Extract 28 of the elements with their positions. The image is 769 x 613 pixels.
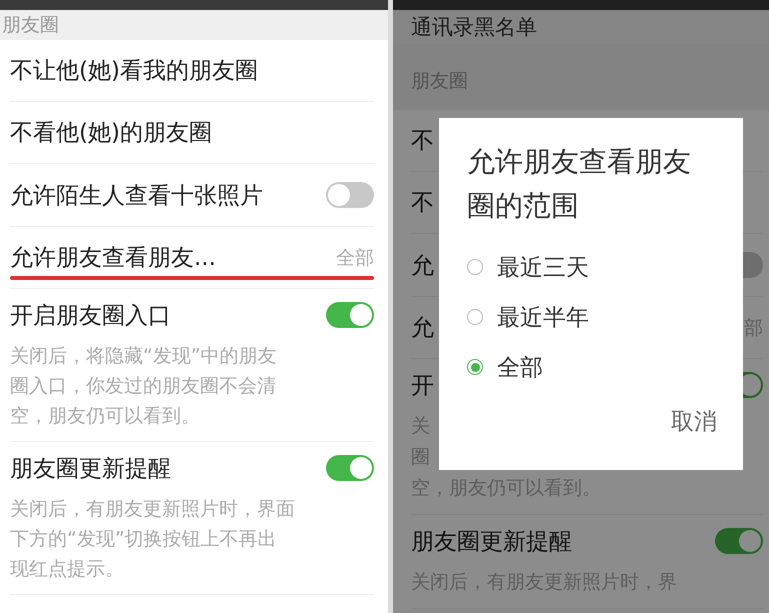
settings-item[interactable]: 通讯录黑名单 bbox=[393, 10, 769, 44]
item-label: 允许陌生人查看十张照片 bbox=[10, 182, 263, 210]
item-label: 朋友圈更新提醒 bbox=[10, 454, 171, 484]
item-label: 允 bbox=[411, 314, 434, 343]
item-description: 关闭后，将隐藏“发现”中的朋友 圈入口，你发过的朋友圈不会清 空，朋友仍可以看到。 bbox=[10, 344, 277, 429]
toggle-switch[interactable] bbox=[326, 182, 374, 208]
item-label: 朋友圈更新提醒 bbox=[411, 528, 572, 556]
item-value: 全部 bbox=[336, 246, 374, 270]
toggle-switch[interactable] bbox=[715, 528, 763, 554]
item-description: 关闭后，有朋友更新照片时，界面 下方的“发现”切换按钮上不再出 现红点提示。 bbox=[10, 497, 295, 582]
cancel-button[interactable]: 取消 bbox=[671, 402, 717, 441]
toggle-switch[interactable] bbox=[326, 302, 374, 328]
option-label[interactable]: 最近三天 bbox=[497, 252, 589, 282]
item-label: 允许朋友查看朋友... bbox=[10, 244, 216, 273]
option-label[interactable]: 最近半年 bbox=[497, 302, 589, 332]
settings-item[interactable]: 不让他(她)看我的朋友圈 bbox=[10, 40, 374, 102]
settings-item[interactable]: 允许朋友查看朋友... 全部 bbox=[10, 227, 374, 289]
option-label[interactable]: 全部 bbox=[497, 352, 543, 382]
section-header: 朋友圈 bbox=[0, 10, 388, 40]
item-label: 允 bbox=[411, 252, 434, 280]
dialog-title: 允许朋友查看朋友圈的范围 bbox=[467, 144, 692, 224]
radio-button[interactable] bbox=[467, 359, 483, 375]
toggle-switch[interactable] bbox=[326, 455, 374, 481]
item-label: 开启朋友圈入口 bbox=[10, 302, 171, 330]
settings-item[interactable]: 不看他(她)的朋友圈 bbox=[10, 102, 374, 164]
item-label: 开 bbox=[411, 372, 434, 400]
radio-button[interactable] bbox=[467, 259, 483, 275]
radio-button[interactable] bbox=[467, 309, 483, 325]
